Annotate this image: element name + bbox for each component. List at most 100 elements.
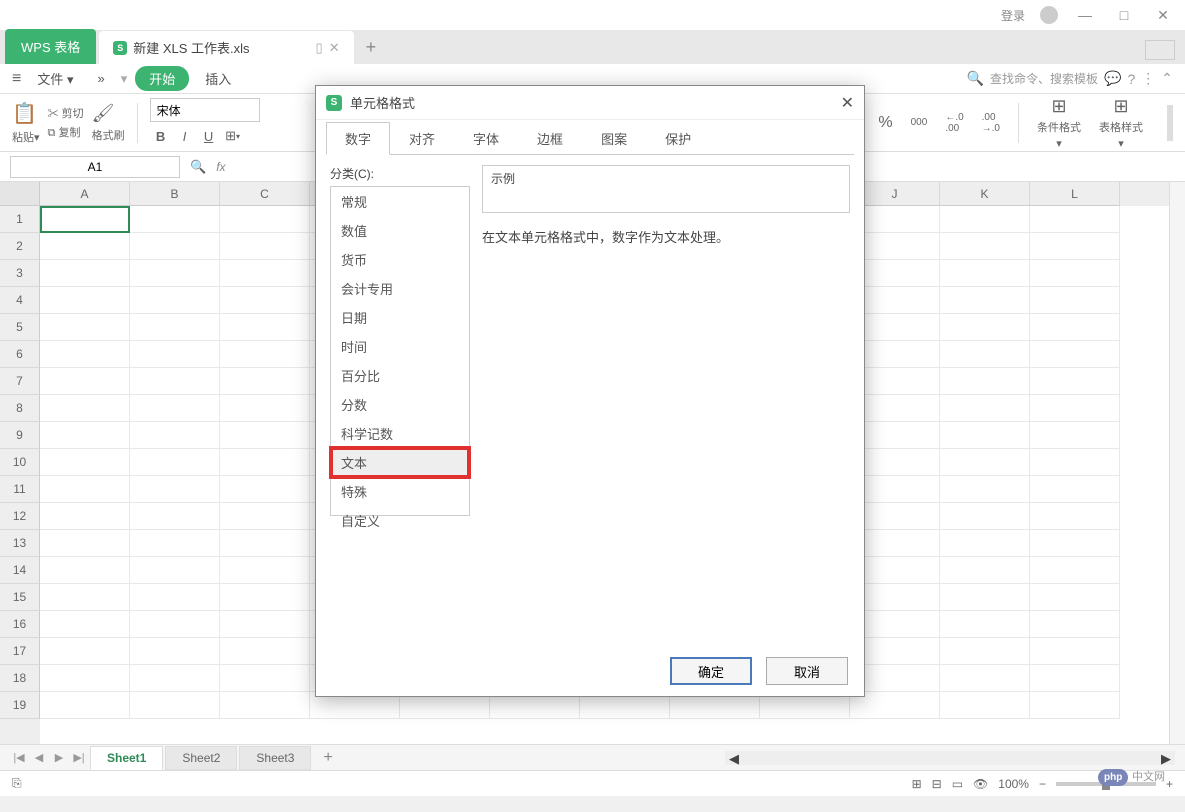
cell[interactable] xyxy=(130,449,220,476)
view-eye-icon[interactable]: 👁 xyxy=(973,777,988,791)
avatar-icon[interactable] xyxy=(1040,6,1058,24)
cell[interactable] xyxy=(1030,503,1120,530)
cell[interactable] xyxy=(220,422,310,449)
cell[interactable] xyxy=(40,314,130,341)
more-icon[interactable]: ⋮ xyxy=(1141,70,1155,87)
row-header[interactable]: 15 xyxy=(0,584,40,611)
col-header[interactable]: B xyxy=(130,182,220,206)
menu-start[interactable]: 开始 xyxy=(135,66,189,91)
cell[interactable] xyxy=(940,584,1030,611)
row-header[interactable]: 10 xyxy=(0,449,40,476)
tabs-right-box[interactable] xyxy=(1145,40,1175,60)
cell[interactable] xyxy=(130,341,220,368)
maximize-icon[interactable]: □ xyxy=(1112,7,1136,23)
dialog-titlebar[interactable]: S 单元格格式 ✕ xyxy=(316,86,864,120)
copy-button[interactable]: ⧉ 复制 xyxy=(48,124,84,140)
font-select[interactable] xyxy=(150,98,260,122)
name-box[interactable] xyxy=(10,156,180,178)
tab-popout-icon[interactable]: ▯ xyxy=(316,40,323,56)
collapse-icon[interactable]: ⌃ xyxy=(1161,70,1173,87)
cell[interactable] xyxy=(130,611,220,638)
cell[interactable] xyxy=(940,341,1030,368)
tab-font[interactable]: 字体 xyxy=(454,122,518,155)
row-header[interactable]: 12 xyxy=(0,503,40,530)
category-date[interactable]: 日期 xyxy=(331,303,469,332)
cell[interactable] xyxy=(940,692,1030,719)
cell[interactable] xyxy=(940,206,1030,233)
cell[interactable] xyxy=(40,287,130,314)
cell[interactable] xyxy=(220,503,310,530)
row-header[interactable]: 9 xyxy=(0,422,40,449)
cancel-button[interactable]: 取消 xyxy=(766,657,848,685)
sidebar-toggle[interactable] xyxy=(1167,105,1173,141)
comma-button[interactable]: 000 xyxy=(911,117,928,128)
cell[interactable] xyxy=(220,476,310,503)
horizontal-scrollbar[interactable]: ◀ ▶ xyxy=(725,751,1175,765)
zoom-in-icon[interactable]: + xyxy=(1166,777,1173,791)
cell-a1[interactable] xyxy=(40,206,130,233)
cell[interactable] xyxy=(40,584,130,611)
cell[interactable] xyxy=(1030,530,1120,557)
menu-more[interactable]: » xyxy=(90,67,113,90)
cell[interactable] xyxy=(940,476,1030,503)
cell[interactable] xyxy=(130,503,220,530)
cell[interactable] xyxy=(1030,692,1120,719)
borders-button[interactable]: ⊞▾ xyxy=(222,125,244,147)
cell[interactable] xyxy=(1030,449,1120,476)
row-header[interactable]: 11 xyxy=(0,476,40,503)
tab-protect[interactable]: 保护 xyxy=(646,122,710,155)
cell[interactable] xyxy=(1030,638,1120,665)
decrease-decimal-button[interactable]: .00→.0 xyxy=(982,112,1000,134)
tab-align[interactable]: 对齐 xyxy=(390,122,454,155)
view-page-icon[interactable]: ▭ xyxy=(952,777,963,791)
category-list[interactable]: 常规 数值 货币 会计专用 日期 时间 百分比 分数 科学记数 文本 特殊 自定… xyxy=(330,186,470,516)
cell[interactable] xyxy=(40,422,130,449)
minimize-icon[interactable]: — xyxy=(1073,7,1097,23)
ok-button[interactable]: 确定 xyxy=(670,657,752,685)
row-header[interactable]: 8 xyxy=(0,395,40,422)
cell[interactable] xyxy=(40,638,130,665)
cell[interactable] xyxy=(130,233,220,260)
chat-icon[interactable]: 💬 xyxy=(1104,70,1121,87)
increase-decimal-button[interactable]: ←.0.00 xyxy=(945,112,963,134)
category-percent[interactable]: 百分比 xyxy=(331,361,469,390)
close-window-icon[interactable]: ✕ xyxy=(1151,7,1175,24)
add-sheet-button[interactable]: + xyxy=(313,749,342,767)
cell[interactable] xyxy=(1030,260,1120,287)
row-header[interactable]: 7 xyxy=(0,368,40,395)
sheet-nav-last-icon[interactable]: ▶| xyxy=(70,751,88,764)
cell[interactable] xyxy=(220,260,310,287)
category-accounting[interactable]: 会计专用 xyxy=(331,274,469,303)
tab-close-icon[interactable]: ✕ xyxy=(329,40,340,56)
sheet-tab-1[interactable]: Sheet1 xyxy=(90,746,163,770)
cell[interactable] xyxy=(940,233,1030,260)
category-currency[interactable]: 货币 xyxy=(331,245,469,274)
cell[interactable] xyxy=(1030,584,1120,611)
row-header[interactable]: 19 xyxy=(0,692,40,719)
scroll-right-icon[interactable]: ▶ xyxy=(1157,751,1175,765)
cell[interactable] xyxy=(40,395,130,422)
cell[interactable] xyxy=(1030,611,1120,638)
cell[interactable] xyxy=(40,260,130,287)
bold-button[interactable]: B xyxy=(150,125,172,147)
cell[interactable] xyxy=(1030,395,1120,422)
col-header[interactable]: C xyxy=(220,182,310,206)
search-cell-icon[interactable]: 🔍 xyxy=(190,159,206,175)
login-link[interactable]: 登录 xyxy=(1001,7,1025,24)
format-painter-icon[interactable]: 🖌 xyxy=(92,103,125,124)
col-header[interactable]: K xyxy=(940,182,1030,206)
category-special[interactable]: 特殊 xyxy=(331,477,469,506)
tab-border[interactable]: 边框 xyxy=(518,122,582,155)
cell[interactable] xyxy=(130,530,220,557)
scroll-left-icon[interactable]: ◀ xyxy=(725,751,743,765)
cell[interactable] xyxy=(130,557,220,584)
cell[interactable] xyxy=(40,341,130,368)
cell[interactable] xyxy=(220,395,310,422)
zoom-level[interactable]: 100% xyxy=(998,777,1029,791)
cell[interactable] xyxy=(220,287,310,314)
sheet-nav-first-icon[interactable]: |◀ xyxy=(10,751,28,764)
row-header[interactable]: 13 xyxy=(0,530,40,557)
row-header[interactable]: 14 xyxy=(0,557,40,584)
row-header[interactable]: 4 xyxy=(0,287,40,314)
search-placeholder[interactable]: 查找命令、搜索模板 xyxy=(990,70,1098,87)
